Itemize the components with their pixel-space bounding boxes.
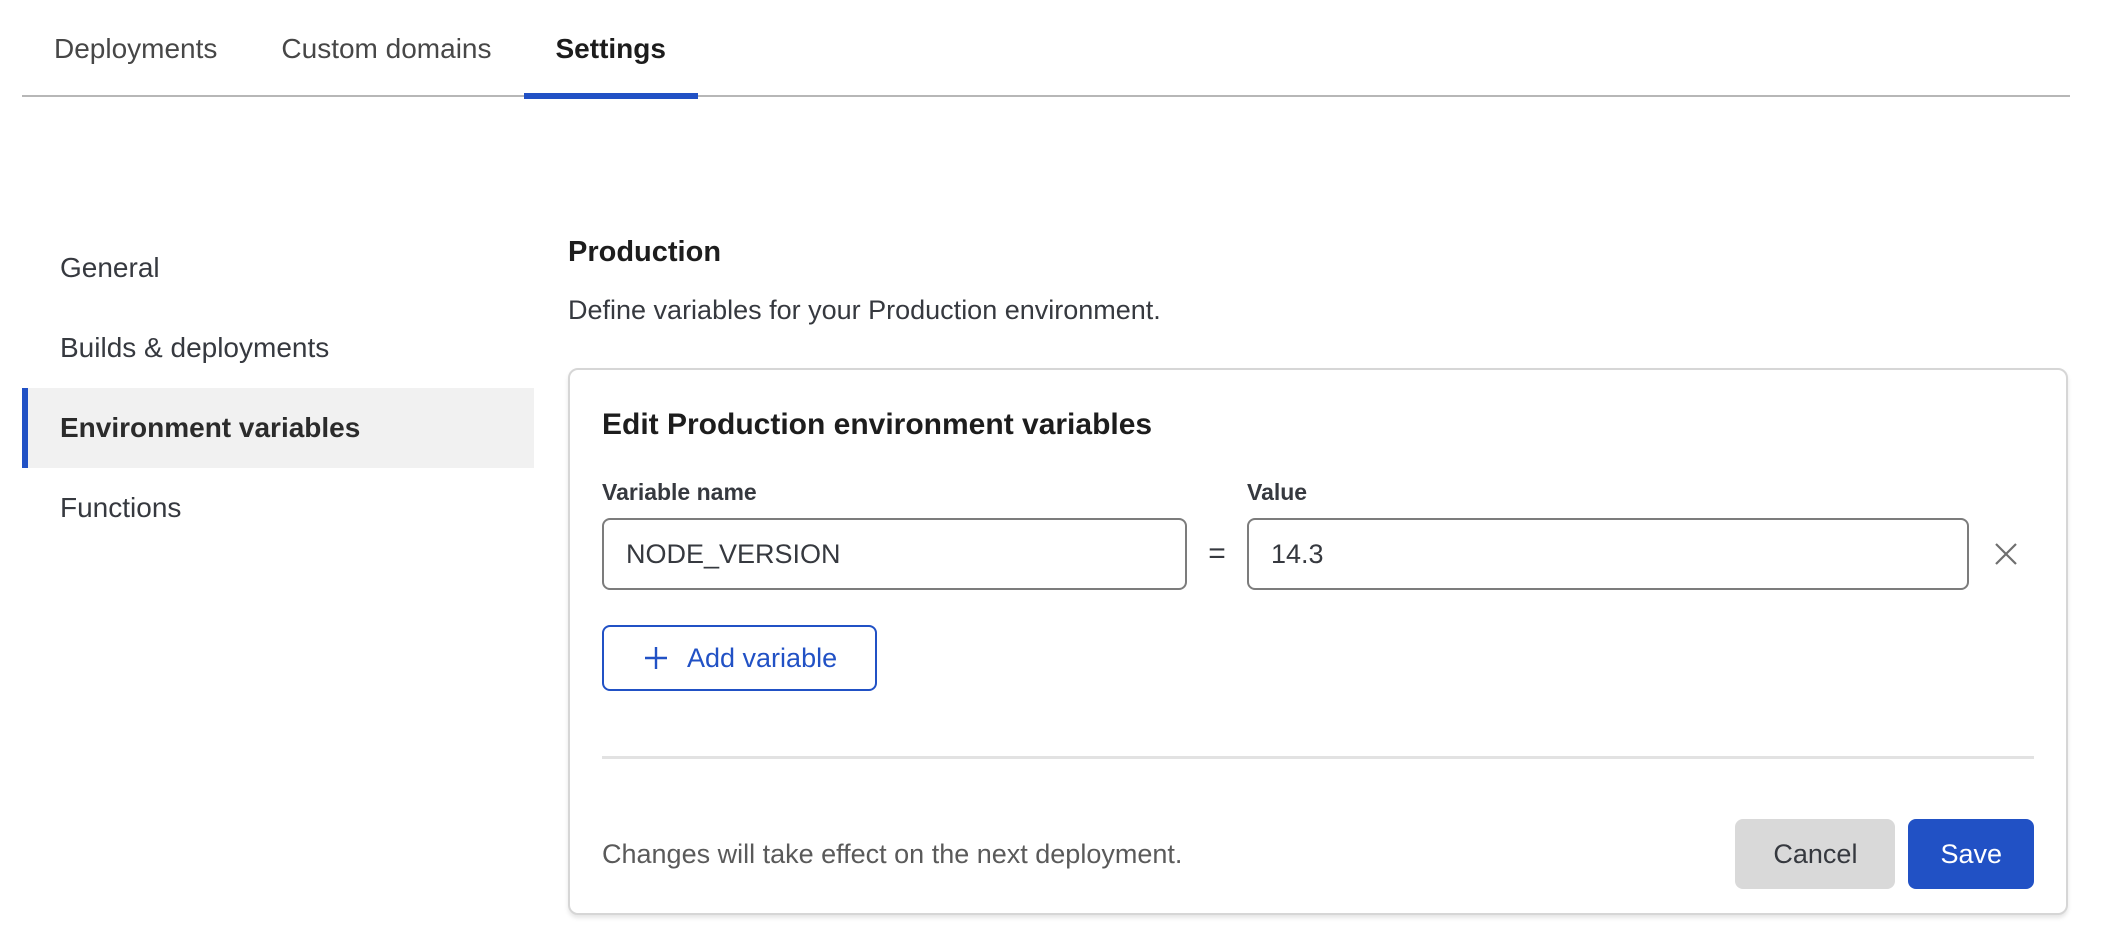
tab-settings[interactable]: Settings: [524, 0, 698, 95]
top-tab-bar: Deployments Custom domains Settings: [22, 0, 2070, 97]
variable-value-input[interactable]: [1247, 518, 1969, 590]
settings-sidebar: General Builds & deployments Environment…: [22, 97, 534, 548]
variable-row: Variable name = Value: [602, 479, 2034, 590]
sidebar-item-environment-variables[interactable]: Environment variables: [22, 388, 534, 468]
equals-sign: =: [1187, 518, 1247, 590]
sidebar-item-functions[interactable]: Functions: [22, 468, 534, 548]
cancel-button[interactable]: Cancel: [1735, 819, 1895, 889]
close-icon: [1989, 537, 2023, 571]
variable-name-label: Variable name: [602, 479, 1187, 506]
variable-name-input[interactable]: [602, 518, 1187, 590]
divider: [602, 756, 2034, 759]
card-heading: Edit Production environment variables: [602, 408, 2034, 442]
page-title: Production: [568, 236, 2068, 269]
card-footer: Changes will take effect on the next dep…: [602, 819, 2034, 889]
remove-variable-button[interactable]: [1978, 518, 2034, 590]
save-button[interactable]: Save: [1908, 819, 2034, 889]
main-pane: Production Define variables for your Pro…: [568, 97, 2068, 915]
tab-custom-domains[interactable]: Custom domains: [249, 0, 523, 95]
tab-deployments[interactable]: Deployments: [22, 0, 249, 95]
footer-actions: Cancel Save: [1735, 819, 2034, 889]
sidebar-item-builds-deployments[interactable]: Builds & deployments: [22, 308, 534, 388]
value-label: Value: [1247, 479, 1969, 506]
env-vars-card: Edit Production environment variables Va…: [568, 368, 2068, 915]
add-variable-button[interactable]: Add variable: [602, 625, 877, 691]
page-subtitle: Define variables for your Production env…: [568, 295, 2068, 326]
footer-note: Changes will take effect on the next dep…: [602, 839, 1182, 870]
variable-name-field: Variable name: [602, 479, 1187, 590]
sidebar-item-general[interactable]: General: [22, 228, 534, 308]
content-area: General Builds & deployments Environment…: [0, 97, 2121, 915]
variable-value-field: Value: [1247, 479, 1969, 590]
add-variable-label: Add variable: [687, 643, 837, 674]
plus-icon: [642, 644, 670, 672]
